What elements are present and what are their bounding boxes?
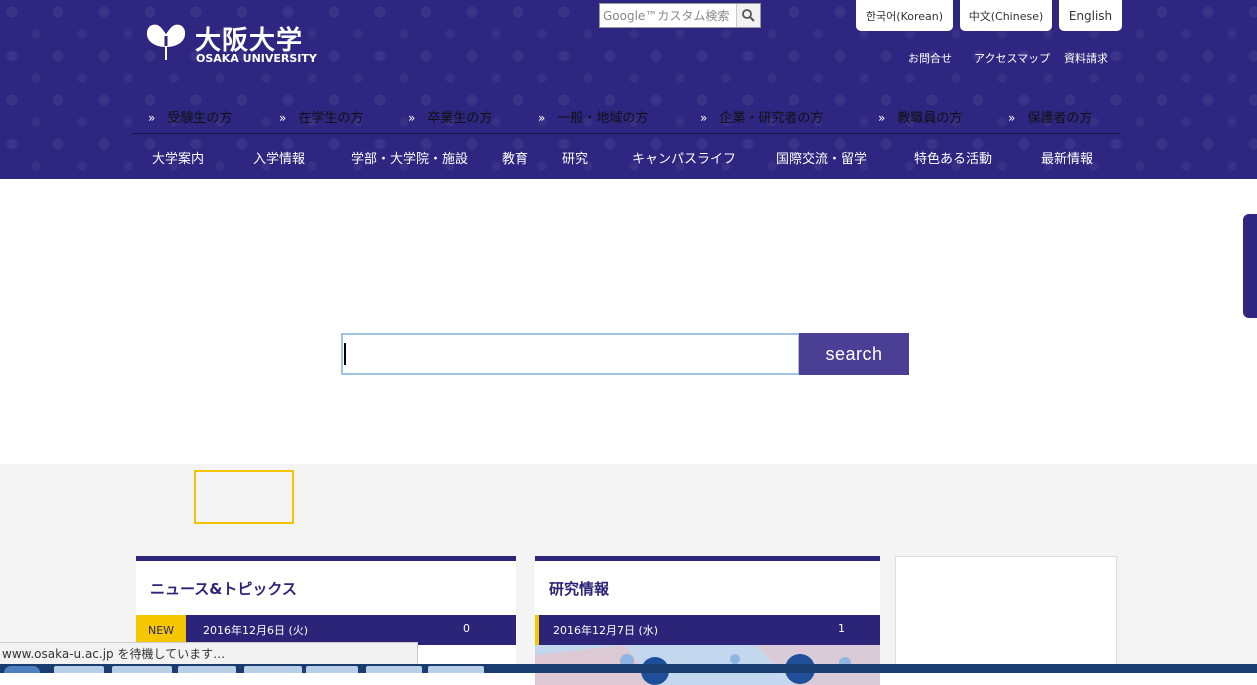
nav-international[interactable]: 国際交流・留学 — [776, 148, 867, 167]
main-search-form: search — [341, 333, 909, 375]
contact-link[interactable]: お問合せ — [908, 50, 952, 66]
taskbar-app-2[interactable] — [112, 666, 172, 673]
magnifier-icon — [742, 9, 755, 22]
news-card-title[interactable]: ニュース&トピックス — [150, 578, 297, 599]
chevron-right-icon: » — [700, 111, 708, 125]
audience-item-students[interactable]: » 在学生の方 — [279, 107, 363, 126]
ginkgo-logo-icon — [146, 24, 186, 60]
lang-korean-button[interactable]: 한국어(Korean) — [856, 0, 953, 31]
nav-campus-life[interactable]: キャンパスライフ — [632, 148, 736, 167]
audience-nav: » 受験生の方 » 在学生の方 » 卒業生の方 » 一般・地域の方 » 企業・研究者の方 … — [132, 105, 1121, 134]
request-materials-link[interactable]: 資料請求 — [1064, 50, 1108, 66]
chevron-right-icon: » — [408, 111, 416, 125]
news-item-bar[interactable]: NEW 2016年12月6日 (火) 0 — [136, 615, 516, 645]
nav-admissions[interactable]: 入学情報 — [253, 148, 305, 167]
news-date: 2016年12月6日 (火) — [203, 624, 309, 637]
google-search-box — [599, 3, 761, 28]
audience-item-public[interactable]: » 一般・地域の方 — [538, 107, 648, 126]
research-date: 2016年12月7日 (水) — [553, 624, 659, 637]
research-item-bar[interactable]: 2016年12月7日 (水) 1 — [535, 615, 880, 645]
nav-activities[interactable]: 特色ある活動 — [914, 148, 992, 167]
main-search-input[interactable] — [341, 333, 800, 375]
taskbar-app-6[interactable] — [366, 666, 422, 673]
lang-chinese-button[interactable]: 中文(Chinese) — [960, 0, 1052, 31]
search-button[interactable]: search — [799, 333, 909, 375]
chevron-right-icon: » — [1008, 111, 1016, 125]
google-search-button[interactable] — [736, 4, 760, 27]
audience-item-staff[interactable]: » 教職員の方 — [878, 107, 962, 126]
audience-item-applicants[interactable]: » 受験生の方 — [148, 107, 232, 126]
nav-research[interactable]: 研究 — [562, 148, 588, 167]
chevron-right-icon: » — [148, 111, 156, 125]
focus-highlight-box[interactable] — [194, 470, 294, 524]
taskbar-app-4[interactable] — [244, 666, 302, 673]
site-header: 大阪大学 OSAKA UNIVERSITY 한국어(Korean) 中文(Chi… — [0, 0, 1257, 179]
side-panel-tab[interactable] — [1243, 214, 1257, 318]
side-card — [895, 556, 1117, 673]
chevron-right-icon: » — [878, 111, 886, 125]
research-card-title[interactable]: 研究情報 — [549, 578, 609, 599]
audience-item-companies[interactable]: » 企業・研究者の方 — [700, 107, 823, 126]
logo-text-en: OSAKA UNIVERSITY — [196, 52, 317, 65]
nav-faculties[interactable]: 学部・大学院・施設 — [351, 148, 468, 167]
audience-item-alumni[interactable]: » 卒業生の方 — [408, 107, 492, 126]
start-button[interactable] — [4, 666, 40, 673]
research-card: 研究情報 2016年12月7日 (水) 1 — [535, 556, 880, 685]
new-badge: NEW — [136, 615, 186, 645]
taskbar-app-5[interactable] — [306, 666, 358, 673]
news-count: 0 — [463, 622, 470, 635]
taskbar-app-1[interactable] — [54, 666, 104, 673]
access-map-link[interactable]: アクセスマップ — [974, 50, 1050, 66]
nav-education[interactable]: 教育 — [502, 148, 528, 167]
text-caret — [344, 343, 346, 365]
chevron-right-icon: » — [538, 111, 546, 125]
research-count: 1 — [838, 622, 845, 635]
lang-english-button[interactable]: English — [1059, 0, 1122, 31]
audience-item-parents[interactable]: » 保護者の方 — [1008, 107, 1092, 126]
taskbar-app-7[interactable] — [428, 666, 484, 673]
status-text: www.osaka-u.ac.jp を待機しています… — [2, 647, 226, 661]
browser-status-bar: www.osaka-u.ac.jp を待機しています… — [0, 642, 418, 664]
nav-about[interactable]: 大学案内 — [152, 148, 204, 167]
chevron-right-icon: » — [279, 111, 287, 125]
nav-latest[interactable]: 最新情報 — [1041, 148, 1093, 167]
taskbar-app-3[interactable] — [178, 666, 236, 673]
google-search-input[interactable] — [600, 4, 738, 27]
